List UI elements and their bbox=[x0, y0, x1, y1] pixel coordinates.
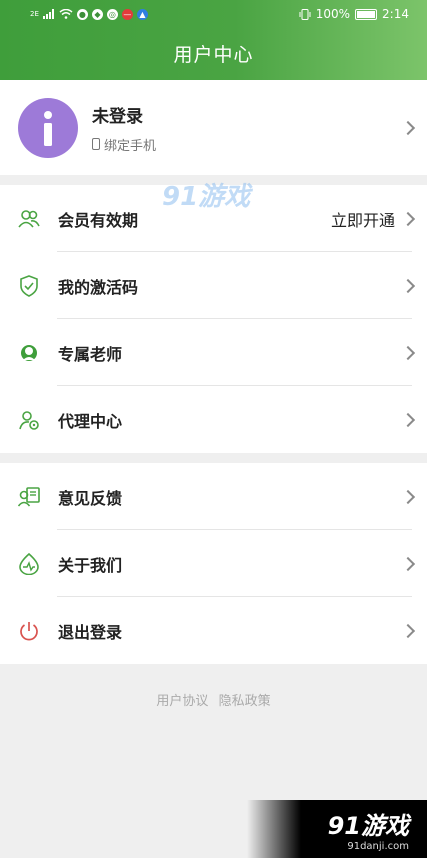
info-icon bbox=[44, 110, 52, 146]
feedback-icon bbox=[18, 486, 40, 508]
menu-label: 专属老师 bbox=[58, 344, 123, 364]
menu-group-1: 会员有效期 立即开通 我的激活码 专属老师 代理中心 bbox=[0, 185, 427, 453]
shield-check-icon bbox=[18, 274, 40, 297]
watermark-bottom: 91游戏 91danji.com bbox=[247, 800, 427, 858]
status-left: 2E ● ◆ ◎ — ▲ bbox=[30, 8, 148, 20]
privacy-policy-link[interactable]: 隐私政策 bbox=[219, 694, 271, 709]
clock: 2:14 bbox=[382, 7, 409, 21]
chevron-right-icon bbox=[400, 278, 416, 293]
bind-phone-label: 绑定手机 bbox=[104, 138, 157, 154]
user-info: 未登录 绑定手机 bbox=[92, 102, 156, 154]
menu-label: 意见反馈 bbox=[58, 488, 123, 508]
block-notify-icon: — bbox=[121, 8, 133, 20]
menu-label: 退出登录 bbox=[58, 622, 123, 642]
user-name: 未登录 bbox=[92, 106, 143, 127]
app-notify-icon: ● bbox=[76, 8, 88, 20]
menu-label: 代理中心 bbox=[58, 411, 123, 431]
menu-group-2: 意见反馈 关于我们 退出登录 bbox=[0, 463, 427, 664]
phone-icon bbox=[92, 138, 100, 150]
menu-item-logout[interactable]: 退出登录 bbox=[0, 597, 427, 664]
battery-icon bbox=[355, 8, 378, 20]
user-agent-icon bbox=[18, 409, 40, 431]
page-title: 用户中心 bbox=[173, 44, 254, 66]
chevron-right-icon bbox=[400, 489, 416, 504]
status-right: 100% 2:14 bbox=[299, 7, 409, 21]
chevron-right-icon bbox=[400, 211, 416, 226]
menu-label: 我的激活码 bbox=[58, 277, 139, 297]
browser-notify-icon: ◎ bbox=[106, 8, 118, 20]
vibrate-icon bbox=[299, 8, 311, 20]
power-icon bbox=[18, 620, 40, 642]
chevron-right-icon bbox=[400, 120, 416, 135]
watermark-sub: 91danji.com bbox=[347, 841, 409, 852]
cloud-notify-icon: ▲ bbox=[136, 8, 148, 20]
menu-label: 关于我们 bbox=[58, 555, 123, 575]
headset-icon bbox=[18, 342, 40, 364]
chevron-right-icon bbox=[400, 556, 416, 571]
bind-phone[interactable]: 绑定手机 bbox=[92, 135, 156, 154]
watermark-main: 91游戏 bbox=[327, 812, 409, 840]
app-header: 2E ● ◆ ◎ — ▲ 100% 2:14 用户中心 bbox=[0, 0, 427, 80]
menu-item-feedback[interactable]: 意见反馈 bbox=[0, 463, 427, 530]
watermark-top: 91游戏 bbox=[162, 182, 251, 212]
avatar[interactable] bbox=[18, 97, 78, 158]
user-agreement-link[interactable]: 用户协议 bbox=[156, 694, 208, 709]
signal-icon bbox=[42, 9, 54, 19]
chevron-right-icon bbox=[400, 345, 416, 360]
menu-label: 会员有效期 bbox=[58, 210, 139, 230]
menu-item-teacher[interactable]: 专属老师 bbox=[0, 319, 427, 386]
about-icon bbox=[18, 552, 40, 575]
wifi-icon bbox=[59, 9, 73, 19]
location-notify-icon: ◆ bbox=[91, 8, 103, 20]
status-bar: 2E ● ◆ ◎ — ▲ 100% 2:14 bbox=[0, 0, 427, 28]
signal-label: 2E bbox=[30, 10, 39, 18]
menu-item-about[interactable]: 关于我们 bbox=[0, 530, 427, 597]
chevron-right-icon bbox=[400, 623, 416, 638]
battery-percent: 100% bbox=[315, 7, 351, 21]
menu-item-agent-center[interactable]: 代理中心 bbox=[0, 386, 427, 453]
chevron-right-icon bbox=[400, 412, 416, 427]
footer-links: 用户协议 隐私政策 bbox=[0, 690, 427, 709]
activate-now-link[interactable]: 立即开通 bbox=[331, 207, 395, 231]
members-icon bbox=[18, 208, 40, 230]
menu-item-activation-code[interactable]: 我的激活码 bbox=[0, 252, 427, 319]
user-card[interactable]: 未登录 绑定手机 bbox=[0, 80, 427, 175]
